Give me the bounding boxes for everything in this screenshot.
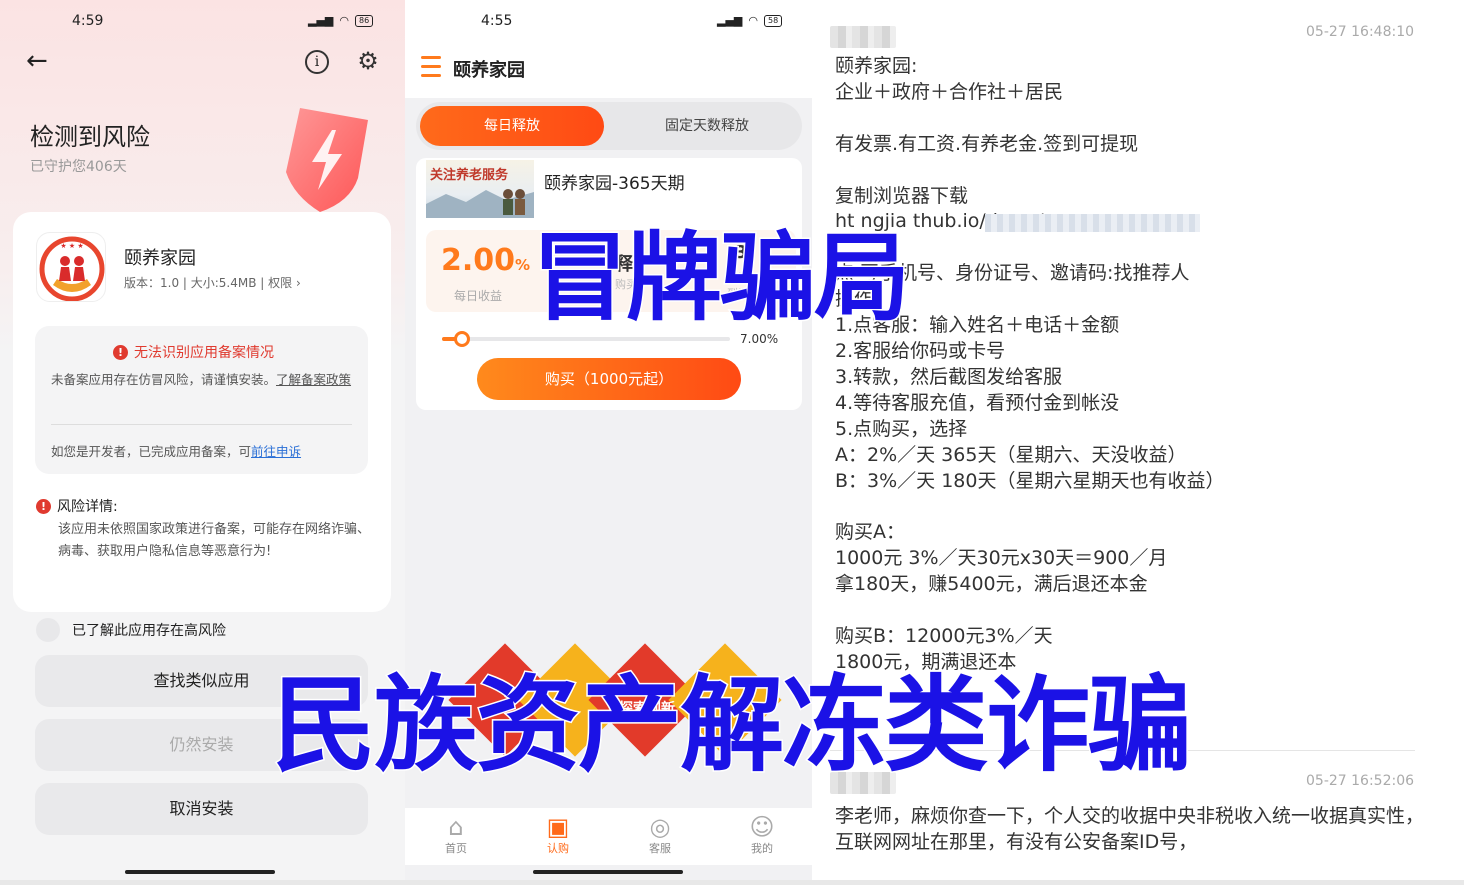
app-title: 颐养家园 (453, 60, 525, 81)
tab-subscribe[interactable]: ▣ 认购 (528, 814, 588, 856)
wifi-icon: ◠ (339, 14, 349, 27)
acknowledge-row[interactable]: 已了解此应用存在高风险 (36, 618, 226, 642)
daily-rate-unit: % (515, 256, 531, 274)
tab-mine-label: 我的 (751, 842, 773, 855)
divider (51, 424, 352, 425)
chat-message: 颐养家园: 企业＋政府＋合作社＋居民 有发票.有工资.有养老金.签到可提现 复制… (835, 55, 1225, 673)
tab-fixed-release[interactable]: 固定天数释放 (615, 106, 799, 146)
appeal-link[interactable]: 前往申诉 (251, 444, 301, 459)
status-time: 4:59 (72, 13, 104, 29)
blurred-sender (830, 26, 896, 48)
app-logo-icon: ★ ★ ★ (36, 232, 106, 302)
daily-rate-value: 2.00 (441, 243, 516, 278)
shield-warning-icon (286, 108, 368, 212)
menu-icon[interactable] (421, 56, 441, 83)
app-meta[interactable]: 版本：1.0 | 大小:5.4MB | 权限 › (124, 274, 301, 291)
info-icon[interactable]: i (305, 50, 329, 74)
acknowledge-radio[interactable] (36, 618, 60, 642)
amount-slider-handle[interactable] (454, 331, 470, 347)
bottom-border (0, 880, 1464, 885)
home-icon: ⌂ (448, 813, 464, 841)
warning-title-text: 无法识别应用备案情况 (134, 345, 274, 361)
svg-text:★ ★ ★: ★ ★ ★ (60, 242, 83, 250)
home-indicator[interactable] (533, 870, 683, 874)
tab-daily-release[interactable]: 每日释放 (420, 106, 604, 146)
signal-icon: ▂▄▆ (308, 14, 334, 27)
developer-text: 如您是开发者，已完成应用备案，可前往申诉 (51, 441, 301, 460)
product-name: 颐养家园-365天期 (544, 174, 685, 194)
battery-icon: 58 (764, 14, 783, 27)
signal-icon: ▂▄▆ (717, 14, 743, 27)
app-name: 颐养家园 (124, 248, 196, 269)
home-indicator[interactable] (125, 870, 275, 874)
developer-text-body: 如您是开发者，已完成应用备案，可 (51, 444, 252, 459)
tab-subscribe-label: 认购 (547, 842, 569, 855)
user-icon: ☺ (749, 813, 775, 841)
message-time: 05-27 16:52:06 (1306, 773, 1415, 789)
risk-text: 该应用未依照国家政策进行备案，可能存在网络诈骗、病毒、获取用户隐私信息等恶意行为… (58, 522, 371, 559)
gear-icon[interactable]: ⚙ (355, 48, 381, 74)
warning-text: 未备案应用存在仿冒风险，请谨慎安装。了解备案政策 (51, 370, 356, 389)
risk-title: ! 风险详情: (36, 496, 118, 516)
tab-mine[interactable]: ☺ 我的 (732, 814, 792, 856)
battery-icon: 86 (355, 14, 374, 27)
overlay-caption-bottom: 民族资产解冻类诈骗 (270, 663, 1193, 788)
status-icons: ▂▄▆ ◠ 86 (308, 14, 374, 27)
warning-text-body: 未备案应用存在仿冒风险，请谨慎安装。 (51, 372, 277, 387)
status-time: 4:55 (481, 13, 513, 29)
chat-message: 李老师，麻烦你查一下，个人交的收据中央非税收入统一收据真实性，互联网网址在那里，… (835, 805, 1425, 853)
wifi-icon: ◠ (748, 14, 758, 27)
overlay-caption-top: 冒牌骗局 (531, 221, 912, 336)
risk-title-text: 风险详情: (57, 499, 118, 515)
blurred-link (985, 214, 1200, 232)
buy-button[interactable]: 购买（1000元起） (477, 358, 741, 400)
alert-icon: ! (113, 344, 128, 360)
back-arrow-icon[interactable]: ← (26, 46, 48, 76)
tab-service-label: 客服 (649, 842, 671, 855)
tab-home-label: 首页 (445, 842, 467, 855)
tab-service[interactable]: ◎ 客服 (630, 814, 690, 856)
tab-home[interactable]: ⌂ 首页 (426, 814, 486, 856)
warning-title: ! 无法识别应用备案情况 (113, 342, 274, 362)
acknowledge-label: 已了解此应用存在高风险 (72, 623, 226, 639)
learn-policy-link[interactable]: 了解备案政策 (276, 372, 351, 387)
subscribe-icon: ▣ (546, 813, 570, 841)
product-thumbnail: 关注养老服务 (426, 160, 534, 218)
status-icons: ▂▄▆ ◠ 58 (717, 14, 783, 27)
headset-icon: ◎ (649, 813, 671, 841)
alert-icon: ! (36, 498, 51, 514)
daily-rate: 2.00% (441, 243, 530, 278)
message-time: 05-27 16:48:10 (1306, 24, 1415, 40)
protection-days: 已守护您406天 (30, 159, 127, 175)
daily-rate-label: 每日收益 (454, 289, 503, 303)
page-title: 检测到风险 (30, 123, 150, 151)
